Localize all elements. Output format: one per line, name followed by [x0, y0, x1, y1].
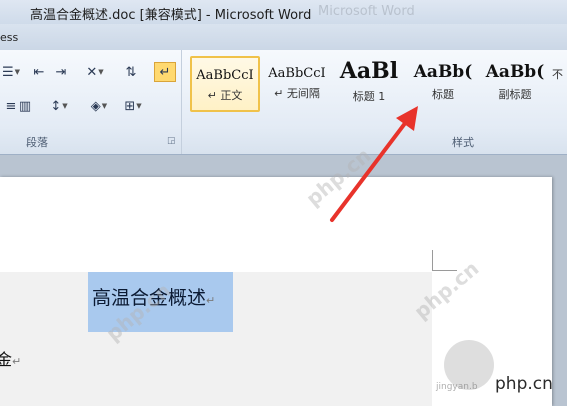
- arrow-head: [396, 106, 418, 131]
- arrow-shaft: [330, 120, 408, 222]
- watermark-brand: php.cn: [495, 374, 553, 394]
- watermark-small-text: jingyan.b: [436, 382, 478, 392]
